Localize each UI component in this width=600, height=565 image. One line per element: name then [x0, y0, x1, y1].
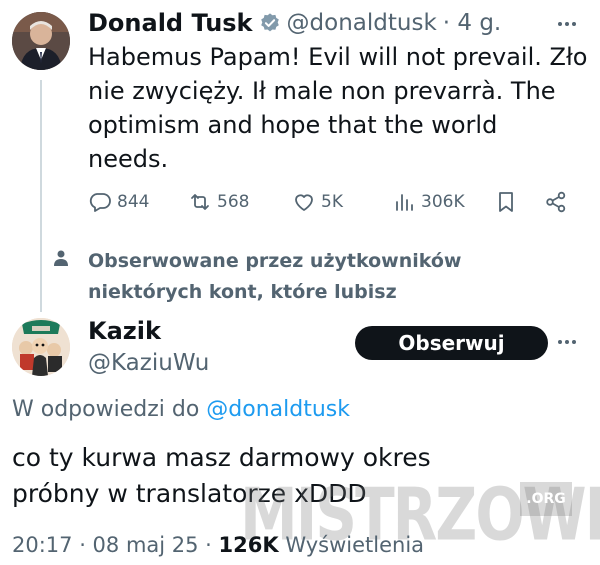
reply-context-prefix: W odpowiedzi do: [12, 397, 200, 422]
follow-button[interactable]: Obserwuj: [355, 326, 548, 360]
reply-view-count: 126K: [218, 533, 279, 557]
more-icon[interactable]: [558, 340, 576, 344]
avatar-image: [12, 12, 70, 70]
bookmark-button[interactable]: [494, 190, 518, 214]
share-icon: [546, 191, 566, 213]
like-icon: [295, 194, 313, 211]
reply-line: co ty kurwa masz darmowy okres: [12, 443, 431, 472]
view-count: 306K: [421, 192, 465, 212]
author-name[interactable]: Donald Tusk: [88, 9, 253, 37]
reply-context-handle[interactable]: @donaldtusk: [206, 397, 350, 422]
more-icon[interactable]: [558, 22, 576, 26]
watermark-suffix: .ORG: [520, 482, 572, 516]
views-button[interactable]: 306K: [392, 190, 465, 214]
social-context-line: niektórych kont, które lubisz: [88, 281, 397, 303]
reply-button[interactable]: 844: [88, 190, 149, 214]
reply-author-name[interactable]: Kazik: [88, 314, 209, 348]
reply-context: W odpowiedzi do @donaldtusk: [12, 395, 350, 425]
tweet-line: optimism and hope that the world: [88, 111, 498, 139]
reply-views-label: Wyświetlenia: [285, 533, 425, 557]
retweet-button[interactable]: 568: [188, 190, 249, 214]
avatar-kazik[interactable]: [12, 318, 70, 376]
reply-timestamp[interactable]: 20:17 · 08 maj 25 ·: [12, 533, 212, 557]
reply-author: Kazik @KaziuWu: [88, 314, 209, 378]
reply-count: 844: [117, 192, 150, 212]
like-count: 5K: [321, 192, 343, 212]
reply-icon: [89, 193, 111, 212]
avatar-image: [12, 318, 70, 376]
thread-line: [40, 80, 42, 312]
avatar-donald-tusk[interactable]: [12, 12, 70, 70]
tweet-text: Habemus Papam! Evil will not prevail. Zł…: [88, 40, 587, 176]
views-icon: [396, 194, 413, 211]
reply-meta: 20:17 · 08 maj 25 · 126K Wyświetlenia: [12, 530, 424, 560]
tweet-line: needs.: [88, 145, 169, 173]
person-icon: [52, 249, 70, 273]
verified-icon: [259, 12, 281, 34]
tweet-line: Habemus Papam! Evil will not prevail. Zł…: [88, 43, 588, 71]
retweet-count: 568: [217, 192, 250, 212]
tweet-header: Donald Tusk @donaldtusk · 4 g.: [88, 6, 501, 40]
reply-author-handle[interactable]: @KaziuWu: [88, 348, 209, 378]
tweet-time[interactable]: · 4 g.: [443, 10, 501, 36]
share-button[interactable]: [544, 190, 568, 214]
tweet-line: nie zwycięży. Ił male non prevarrà. The: [88, 77, 556, 105]
author-handle[interactable]: @donaldtusk: [287, 10, 437, 36]
like-button[interactable]: 5K: [292, 190, 343, 214]
bookmark-icon: [499, 192, 513, 212]
retweet-icon: [191, 194, 209, 210]
social-context: Obserwowane przez użytkowników niektóryc…: [88, 246, 461, 308]
social-context-line: Obserwowane przez użytkowników: [88, 250, 462, 272]
